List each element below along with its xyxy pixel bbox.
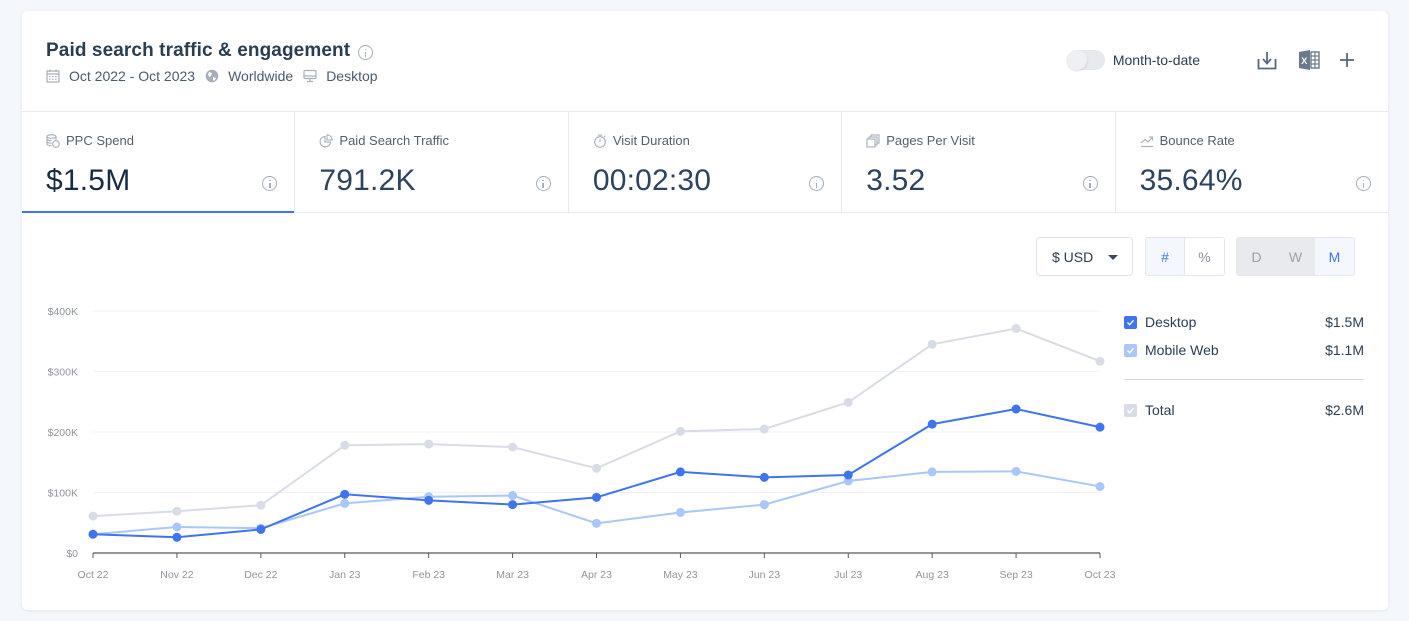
- y-tick-label: $300K: [48, 367, 78, 379]
- data-point-total: [843, 397, 853, 407]
- data-point-desktop: [759, 472, 769, 482]
- data-point-desktop: [424, 495, 434, 505]
- checkbox[interactable]: [1124, 343, 1137, 357]
- legend-item-total[interactable]: Total $2.6M: [1124, 396, 1364, 424]
- legend-value: $2.6M: [1325, 402, 1364, 418]
- x-tick-label: Jun 23: [749, 569, 781, 581]
- legend-name: Desktop: [1145, 314, 1197, 330]
- check-icon: [1127, 347, 1135, 354]
- data-point-total: [340, 440, 350, 450]
- y-tick-label: $200K: [48, 427, 78, 439]
- legend-value: $1.1M: [1325, 342, 1364, 358]
- data-point-desktop: [843, 470, 853, 480]
- x-tick-label: Jan 23: [329, 569, 361, 581]
- data-point-total: [592, 463, 601, 473]
- data-point-total: [1095, 356, 1105, 366]
- legend-name: Total: [1145, 402, 1175, 418]
- data-point-total: [759, 424, 769, 434]
- x-tick-label: Jul 23: [834, 569, 862, 581]
- checkbox[interactable]: [1124, 403, 1137, 417]
- data-point-total: [172, 506, 182, 516]
- x-tick-label: Nov 22: [160, 569, 193, 581]
- data-point-desktop: [508, 500, 518, 510]
- x-tick-label: Feb 23: [412, 569, 445, 581]
- series-line-total: [92, 327, 1101, 518]
- legend-item-mobile-web[interactable]: Mobile Web $1.1M: [1124, 336, 1364, 364]
- data-point-desktop: [172, 532, 182, 542]
- legend-name: Mobile Web: [1145, 342, 1219, 358]
- x-tick-label: Sep 23: [999, 569, 1032, 581]
- data-point-total: [424, 439, 434, 449]
- series-line-desktop: [92, 407, 1101, 539]
- check-icon: [1127, 319, 1135, 326]
- data-point-desktop: [1095, 422, 1105, 432]
- legend-divider: [1124, 379, 1364, 380]
- legend-value: $1.5M: [1325, 314, 1364, 330]
- data-point-mobile-web: [1095, 481, 1105, 491]
- data-point-mobile-web: [1011, 466, 1021, 476]
- x-tick-label: Aug 23: [916, 569, 949, 581]
- data-point-mobile-web: [508, 491, 518, 501]
- data-point-total: [88, 511, 98, 521]
- data-point-mobile-web: [592, 518, 601, 528]
- data-point-total: [508, 442, 518, 452]
- data-point-desktop: [88, 529, 98, 539]
- data-point-desktop: [927, 419, 937, 429]
- data-point-desktop: [592, 492, 601, 502]
- y-tick-label: $0: [66, 548, 78, 560]
- data-point-total: [927, 339, 937, 349]
- y-tick-label: $400K: [48, 306, 78, 318]
- x-tick-label: Oct 22: [78, 569, 109, 581]
- data-point-mobile-web: [675, 507, 685, 517]
- data-point-mobile-web: [759, 500, 769, 510]
- chart-legend: Desktop $1.5M Mobile Web $1.1M Total $2.…: [1124, 308, 1364, 424]
- traffic-engagement-card: Paid search traffic & engagement Oct 202…: [22, 11, 1388, 610]
- x-tick-label: Apr 23: [581, 569, 612, 581]
- data-point-total: [675, 426, 685, 436]
- data-point-desktop: [1011, 404, 1021, 414]
- data-point-desktop: [340, 489, 350, 499]
- x-tick-label: Oct 23: [1085, 569, 1116, 581]
- data-point-mobile-web: [340, 498, 350, 508]
- data-point-desktop: [256, 524, 266, 534]
- y-tick-label: $100K: [48, 488, 78, 500]
- x-tick-label: Mar 23: [496, 569, 529, 581]
- data-point-mobile-web: [927, 467, 937, 477]
- data-point-mobile-web: [172, 522, 182, 532]
- x-tick-label: May 23: [663, 569, 698, 581]
- legend-item-desktop[interactable]: Desktop $1.5M: [1124, 308, 1364, 336]
- data-point-desktop: [675, 467, 685, 477]
- checkbox[interactable]: [1124, 315, 1137, 329]
- check-icon: [1127, 407, 1135, 414]
- data-point-total: [256, 500, 266, 510]
- data-point-total: [1011, 324, 1021, 334]
- x-tick-label: Dec 22: [244, 569, 277, 581]
